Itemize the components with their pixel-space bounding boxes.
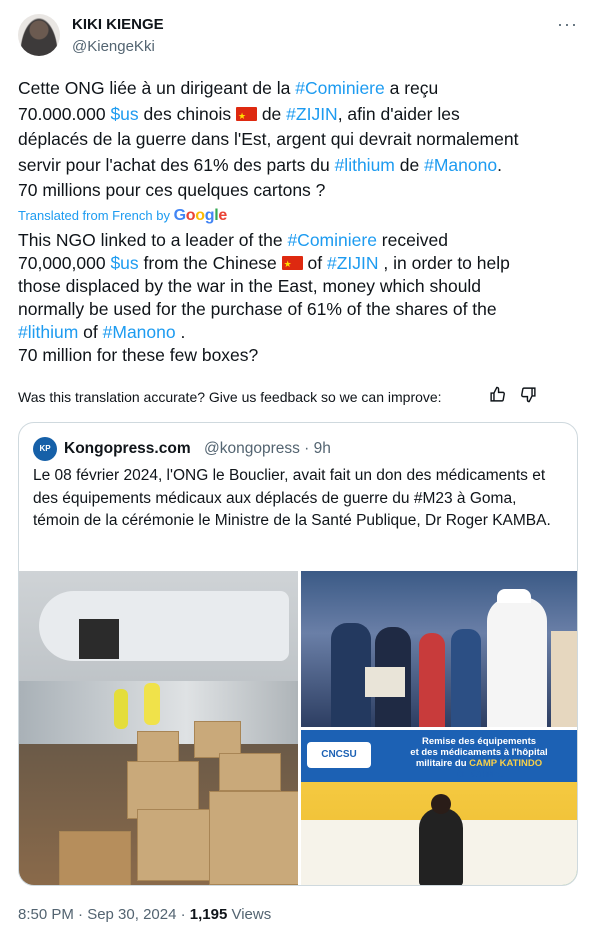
author-avatar[interactable] (18, 14, 60, 56)
banner-line: Remise des équipements (421, 736, 537, 747)
banner-line: et des médicaments à l'hôpital (410, 747, 548, 758)
text-span: . (497, 154, 502, 175)
text-span: Cette ONG liée à un dirigeant de la (18, 78, 296, 98)
worker-figure (144, 683, 160, 725)
text-span: , afin d'aider les (337, 103, 460, 124)
translation-feedback-prompt: Was this translation accurate? Give us f… (18, 389, 442, 405)
tweet-text: Cette ONG liée à un dirigeant de la #Com… (18, 76, 583, 204)
hashtag-cominiere[interactable]: #Cominiere (287, 230, 376, 250)
google-logo: Google (173, 207, 228, 224)
quote-avatar[interactable]: KP (33, 437, 57, 461)
person-head (431, 794, 451, 814)
text-span: 70,000,000 (18, 253, 111, 273)
cargo-box (137, 731, 179, 763)
text-line: 70 million for these few boxes? (18, 345, 259, 365)
cargo-box (219, 753, 281, 791)
banner-text: Remise des équipements et des médicament… (383, 736, 575, 780)
worker-figure (114, 689, 128, 729)
cargo-box (209, 791, 298, 885)
quoted-tweet[interactable]: KP Kongopress.com @kongopress · 9h Le 08… (18, 422, 578, 886)
text-line: normally be used for the purchase of 61%… (18, 299, 497, 319)
hashtag-manono[interactable]: #Manono (103, 322, 176, 342)
thumbs-down-icon[interactable] (520, 386, 537, 408)
quote-author-handle: @kongopress · 9h (204, 440, 331, 457)
text-span: 70.000.000 (18, 103, 111, 124)
text-span: servir pour l'achat des 61% des parts du (18, 154, 335, 175)
text-span: received (376, 230, 448, 250)
text-span: des chinois (138, 103, 236, 124)
text-span: of (78, 322, 103, 342)
china-flag-icon (281, 253, 303, 276)
text-span: This NGO linked to a leader of the (18, 230, 288, 250)
text-line: those displaced by the war in the East, … (18, 276, 482, 296)
quote-text: Le 08 février 2024, l'ONG le Bouclier, a… (33, 467, 551, 529)
google-letter: o (185, 207, 196, 224)
person-figure (419, 633, 445, 727)
banner-line: CAMP KATINDO (469, 758, 543, 769)
more-horizontal-icon[interactable]: ··· (557, 14, 578, 35)
cap (497, 589, 531, 603)
airplane-fuselage (39, 591, 289, 661)
author-name[interactable]: KIKI KIENGE (72, 16, 164, 33)
hashtag-zijin[interactable]: #ZIJIN (286, 104, 338, 124)
google-letter: G (173, 207, 186, 224)
media-image-airplane-boxes[interactable] (19, 571, 298, 885)
google-letter: g (204, 207, 215, 224)
cashtag-us[interactable]: $us (110, 104, 138, 124)
cargo-box (59, 831, 131, 885)
person-figure (487, 597, 547, 727)
view-count: 1,195 (189, 906, 228, 923)
text-span: a reçu (384, 78, 439, 98)
banner-line: militaire du (415, 758, 470, 769)
text-span: . (175, 322, 186, 342)
hashtag-manono[interactable]: #Manono (424, 155, 497, 175)
text-span: from the Chinese (138, 253, 282, 273)
translated-label-text: Translated from French by (18, 208, 170, 223)
text-span: de (256, 103, 287, 124)
banner-line: DE GOMA. (454, 769, 504, 780)
thumbs-up-icon[interactable] (489, 386, 506, 408)
text-line: déplacés de la guerre dans l'Est, argent… (18, 129, 519, 149)
hashtag-lithium[interactable]: #lithium (18, 322, 78, 342)
author-handle[interactable]: @KiengeKki (72, 38, 155, 55)
media-image-ceremony[interactable] (301, 571, 577, 727)
cashtag-us[interactable]: $us (110, 253, 138, 273)
box-stack (551, 631, 577, 727)
translation-text: This NGO linked to a leader of the #Comi… (18, 229, 583, 367)
tweet-footer: 8:50 PM · Sep 30, 2024 · 1,195 Views (18, 906, 271, 923)
text-span: de (394, 154, 425, 175)
text-line: 70 millions pour ces quelques cartons ? (18, 180, 326, 200)
timestamp[interactable]: 8:50 PM · Sep 30, 2024 · (18, 906, 190, 923)
media-image-banner[interactable]: CNCSU Remise des équipements et des médi… (301, 730, 577, 885)
hashtag-zijin[interactable]: #ZIJIN (327, 253, 379, 273)
text-span: , in order to help (378, 253, 510, 273)
google-letter: o (195, 207, 205, 224)
translated-from-label[interactable]: Translated from French by Google (18, 207, 227, 225)
person-figure (419, 808, 463, 885)
hashtag-lithium[interactable]: #lithium (335, 155, 395, 175)
china-flag-icon (235, 104, 257, 129)
quote-author-name[interactable]: Kongopress.com (64, 440, 191, 458)
views-label: Views (227, 906, 272, 923)
person-figure (451, 629, 481, 727)
cargo-box (137, 809, 219, 881)
medicine-box (365, 667, 405, 697)
cargo-door (79, 619, 119, 659)
cncsu-logo: CNCSU (307, 742, 371, 768)
hashtag-cominiere[interactable]: #Cominiere (295, 78, 384, 98)
text-span: of (302, 253, 327, 273)
google-letter: e (218, 207, 227, 224)
